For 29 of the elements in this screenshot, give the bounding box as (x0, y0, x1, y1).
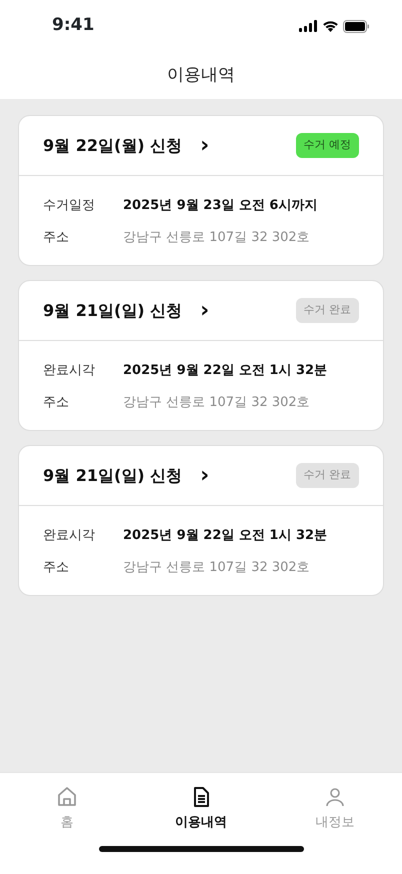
field-label: 주소 (43, 394, 70, 412)
page-title: 이용내역 (167, 64, 235, 87)
order-title: 9월 21일(일) 신청 (43, 464, 182, 486)
field-value: 강남구 선릉로 107길 32 302호 (123, 228, 310, 246)
status-tag: 수거 완료 (296, 298, 359, 323)
field-label: 주소 (43, 228, 70, 246)
chevron-button[interactable]: › (198, 134, 212, 156)
status-time: 9:41 (52, 14, 94, 38)
battery-icon (343, 20, 370, 32)
order-title: 9월 22일(월) 신청 (43, 134, 182, 156)
chevron-button[interactable]: › (198, 464, 212, 486)
field-value: 2025년 9월 22일 오전 1시 32분 (123, 527, 328, 545)
field-label: 주소 (43, 558, 70, 576)
wifi-icon (322, 20, 339, 32)
field-value: 강남구 선릉로 107길 32 302호 (123, 558, 310, 576)
home-icon (55, 785, 79, 809)
field-value: 강남구 선릉로 107길 32 302호 (123, 394, 310, 412)
status-tag: 수거 예정 (296, 133, 359, 158)
field-value: 2025년 9월 22일 오전 1시 32분 (123, 362, 328, 380)
person-icon (323, 785, 347, 809)
tab-button[interactable]: 이용내역 (134, 773, 268, 834)
field-value: 2025년 9월 23일 오전 6시까지 (123, 197, 318, 215)
field-label: 완료시각 (43, 362, 96, 380)
order-title: 9월 21일(일) 신청 (43, 300, 182, 322)
status-tag: 수거 완료 (296, 463, 359, 488)
signal-icon (299, 20, 318, 32)
field-label: 완료시각 (43, 527, 96, 545)
field-label: 수거일정 (43, 197, 96, 215)
chevron-button[interactable]: › (198, 300, 212, 322)
